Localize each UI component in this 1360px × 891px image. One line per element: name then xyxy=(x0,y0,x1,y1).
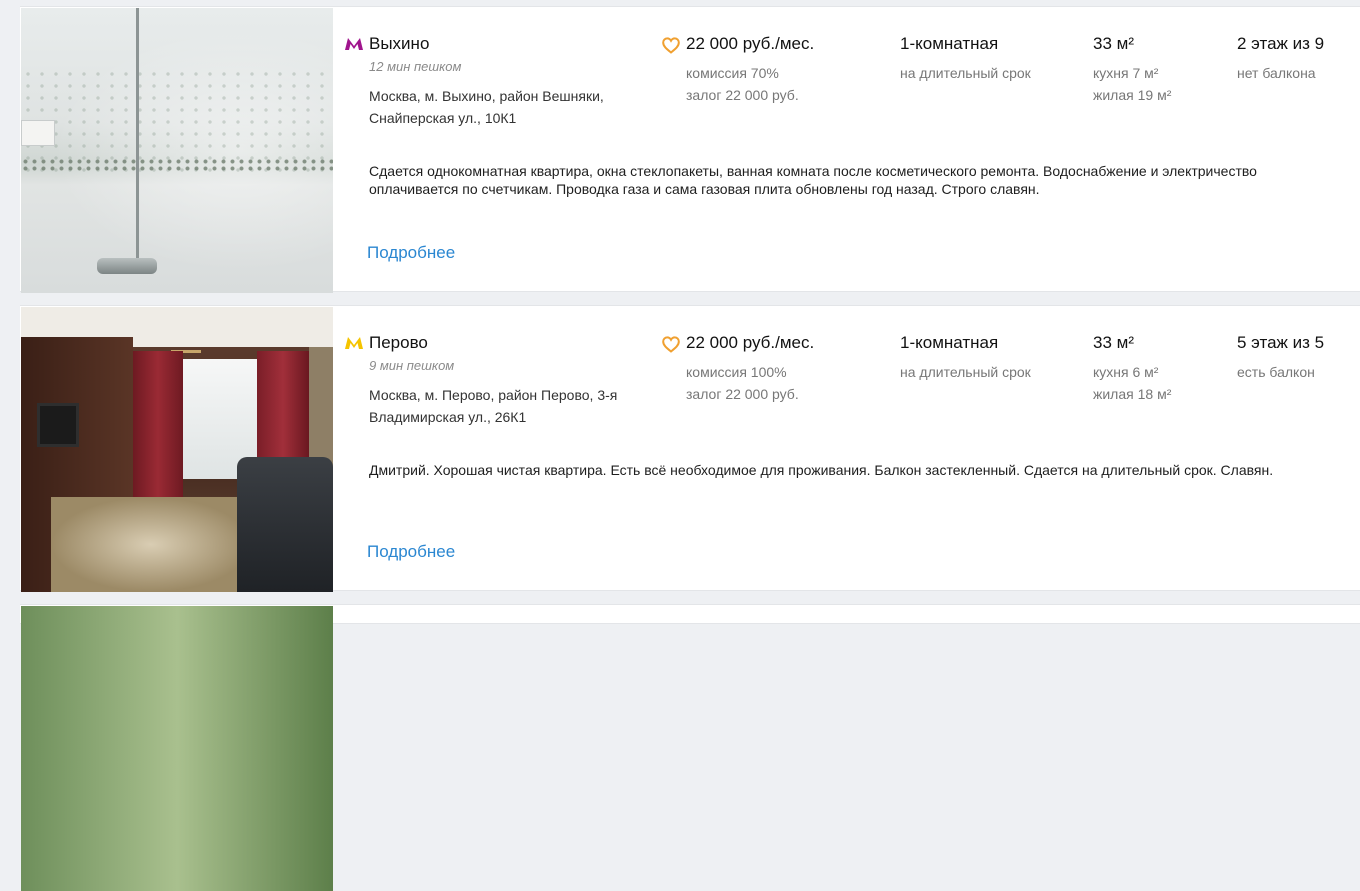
balcony-info: есть балкон xyxy=(1237,364,1315,380)
price: 22 000 руб./мес. xyxy=(686,333,815,352)
commission: комиссия 70% xyxy=(686,65,779,81)
room-count: 1-комнатная xyxy=(900,34,999,53)
walk-time: 12 мин пешком xyxy=(369,59,462,74)
rental-term: на длительный срок xyxy=(900,364,1031,380)
photo-tile-band xyxy=(21,158,333,172)
photo-shelf xyxy=(21,120,55,146)
address: Москва, м. Выхино, район Вешняки, Снайпе… xyxy=(369,88,604,126)
balcony-info: нет балкона xyxy=(1237,65,1316,81)
details-link[interactable]: Подробнее xyxy=(367,542,455,562)
commission: комиссия 100% xyxy=(686,364,787,380)
listing-description: Дмитрий. Хорошая чистая квартира. Есть в… xyxy=(369,462,1274,478)
metro-m-icon xyxy=(345,337,363,349)
walk-time: 9 мин пешком xyxy=(369,358,455,373)
listing-card[interactable]: Перово 9 мин пешком Москва, м. Перово, р… xyxy=(20,305,1360,592)
floor-info: 2 этаж из 9 xyxy=(1237,34,1325,53)
rental-term: на длительный срок xyxy=(900,65,1031,81)
room-count: 1-комнатная xyxy=(900,333,999,352)
heart-icon[interactable] xyxy=(662,336,680,353)
kitchen-area: кухня 6 м² xyxy=(1093,364,1159,380)
living-area: жилая 19 м² xyxy=(1093,87,1172,103)
listing-description: Сдается однокомнатная квартира, окна сте… xyxy=(369,163,1257,197)
total-area: 33 м² xyxy=(1093,333,1134,352)
deposit: залог 22 000 руб. xyxy=(686,386,799,402)
listing-card[interactable] xyxy=(20,604,1360,891)
listing-photo[interactable] xyxy=(21,307,333,592)
address: Москва, м. Перово, район Перово, 3-я Вла… xyxy=(369,387,618,425)
photo-chandelier xyxy=(171,317,201,353)
listing-card[interactable]: Выхино 12 мин пешком Москва, м. Выхино, … xyxy=(20,6,1360,293)
living-area: жилая 18 м² xyxy=(1093,386,1172,402)
floor-info: 5 этаж из 5 xyxy=(1237,333,1325,352)
metro-station[interactable]: Перово xyxy=(369,333,428,353)
photo-sofa xyxy=(237,457,333,592)
heart-icon[interactable] xyxy=(662,37,680,54)
photo-shower-pipe xyxy=(133,8,139,268)
photo-carpet xyxy=(51,497,251,592)
listing-photo[interactable] xyxy=(21,8,333,293)
photo-tap xyxy=(97,258,157,274)
metro-m-icon xyxy=(345,38,363,50)
listing-photo[interactable] xyxy=(21,606,333,891)
photo-tv xyxy=(37,403,79,447)
metro-station[interactable]: Выхино xyxy=(369,34,429,54)
kitchen-area: кухня 7 м² xyxy=(1093,65,1159,81)
details-link[interactable]: Подробнее xyxy=(367,243,455,263)
deposit: залог 22 000 руб. xyxy=(686,87,799,103)
price: 22 000 руб./мес. xyxy=(686,34,815,53)
total-area: 33 м² xyxy=(1093,34,1134,53)
